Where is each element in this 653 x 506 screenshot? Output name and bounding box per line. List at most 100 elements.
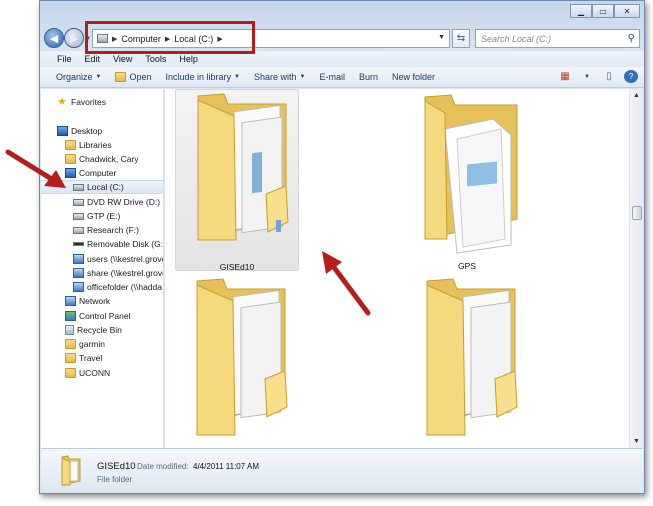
nav-item-network[interactable]: Network <box>65 294 163 308</box>
dvd-drive-icon <box>73 198 84 206</box>
folder-item[interactable] <box>175 275 299 448</box>
details-pane: GISEd10 Date modified: 4/4/2011 11:07 AM… <box>41 448 643 493</box>
nav-label: Travel <box>79 353 103 363</box>
user-folder-icon <box>65 154 76 164</box>
address-highlight-box <box>85 21 255 54</box>
nav-item-favorites[interactable]: ★ Favorites <box>57 95 163 109</box>
drive-icon <box>73 183 84 191</box>
preview-pane-icon[interactable]: ▯ <box>602 70 616 83</box>
scroll-thumb[interactable] <box>632 206 642 220</box>
nav-item-desktop[interactable]: Desktop <box>57 124 163 138</box>
nav-label: users (\\kestrel.grove <box>87 254 164 264</box>
folder-label: GISEd10 <box>219 262 255 272</box>
menu-edit[interactable]: Edit <box>85 54 101 64</box>
nav-item-control-panel[interactable]: Control Panel <box>65 309 163 323</box>
date-modified-value: 4/4/2011 11:07 AM <box>193 462 259 471</box>
search-icon[interactable]: ⚲ <box>628 33 635 44</box>
scroll-up-icon[interactable]: ▲ <box>633 92 640 99</box>
nav-item-computer[interactable]: Computer <box>65 166 163 180</box>
view-controls: ▦ ▼ ▯ ? <box>558 70 638 83</box>
burn-button[interactable]: Burn <box>359 72 378 82</box>
search-placeholder: Search Local (C:) <box>481 33 552 44</box>
folder-icon <box>61 455 81 486</box>
folder-icon <box>426 278 518 436</box>
nav-item-recycle-bin[interactable]: Recycle Bin <box>65 323 163 337</box>
nav-item-libraries[interactable]: Libraries <box>65 138 163 152</box>
caret-down-icon: ▼ <box>95 74 102 80</box>
drive-icon <box>73 226 84 234</box>
vertical-scrollbar[interactable]: ▲ ▼ <box>629 89 643 448</box>
item-type: File folder <box>97 475 133 484</box>
nav-item-dvd-drive[interactable]: DVD RW Drive (D:) <box>73 195 163 209</box>
open-label: Open <box>129 72 152 82</box>
nav-label: officefolder (\\hadda <box>87 282 162 292</box>
new-folder-label: New folder <box>392 72 436 82</box>
forward-button[interactable]: ▶ <box>64 28 84 48</box>
minimize-button[interactable]: ▁ <box>570 4 592 18</box>
network-drive-icon <box>73 254 84 264</box>
nav-item-officefolder[interactable]: officefolder (\\hadda <box>73 280 163 294</box>
address-dropdown-icon[interactable]: ▼ <box>438 34 445 41</box>
menu-help[interactable]: Help <box>179 54 198 64</box>
close-button[interactable]: ✕ <box>614 4 640 18</box>
libraries-icon <box>65 140 76 150</box>
nav-label: Research (F:) <box>87 225 139 235</box>
explorer-window: ▁ ▭ ✕ ◀ ▶ ▼ ▶ Computer ▶ Local (C:) ▶ ▼ … <box>39 0 645 494</box>
nav-item-travel[interactable]: Travel <box>65 351 163 365</box>
help-icon[interactable]: ? <box>624 70 638 83</box>
nav-label: GTP (E:) <box>87 211 121 221</box>
nav-label: DVD RW Drive (D:) <box>87 197 161 207</box>
network-icon <box>65 296 76 306</box>
share-with-button[interactable]: Share with ▼ <box>254 72 305 82</box>
nav-label: Removable Disk (G:) <box>87 239 164 249</box>
folder-label: GPS <box>458 261 476 271</box>
scroll-down-icon[interactable]: ▼ <box>633 438 640 445</box>
include-label: Include in library <box>165 72 232 82</box>
nav-label: Computer <box>79 168 117 178</box>
nav-item-garmin[interactable]: garmin <box>65 337 163 351</box>
organize-label: Organize <box>56 72 93 82</box>
navigation-pane: ★ Favorites Desktop Libraries Chadwick, C… <box>41 89 164 448</box>
caret-down-icon: ▼ <box>234 74 240 80</box>
share-label: Share with <box>254 72 297 82</box>
network-drive-icon <box>73 268 84 278</box>
nav-label: Recycle Bin <box>77 325 122 335</box>
desktop-icon <box>57 126 68 136</box>
nav-item-gtp-e[interactable]: GTP (E:) <box>73 209 163 223</box>
nav-label: garmin <box>79 339 105 349</box>
maximize-button[interactable]: ▭ <box>592 4 614 18</box>
nav-item-local-c[interactable]: Local (C:) <box>41 180 163 194</box>
view-dropdown-icon[interactable]: ▼ <box>580 70 594 83</box>
folder-item[interactable] <box>405 275 529 448</box>
change-view-icon[interactable]: ▦ <box>558 70 572 83</box>
command-bar: Organize ▼ Open Include in library ▼ Share… <box>40 67 644 88</box>
menu-view[interactable]: View <box>113 54 132 64</box>
search-input[interactable]: Search Local (C:) ⚲ <box>475 29 640 48</box>
folder-item-gised10[interactable]: GISEd10 <box>175 89 299 272</box>
nav-item-research-f[interactable]: Research (F:) <box>73 223 163 237</box>
open-button[interactable]: Open <box>115 72 152 82</box>
nav-item-share[interactable]: share (\\kestrel.grove <box>73 266 163 280</box>
nav-label: Favorites <box>71 97 106 107</box>
nav-item-removable-g[interactable]: Removable Disk (G:) <box>73 237 164 251</box>
organize-button[interactable]: Organize ▼ <box>56 72 101 82</box>
include-in-library-button[interactable]: Include in library ▼ <box>166 72 240 82</box>
refresh-button[interactable]: ⇆ <box>452 29 470 48</box>
nav-item-uconn[interactable]: UCONN <box>65 366 163 380</box>
back-button[interactable]: ◀ <box>44 28 64 48</box>
star-icon: ★ <box>57 96 67 108</box>
folder-icon <box>65 368 76 378</box>
nav-label: Libraries <box>79 140 112 150</box>
nav-label: Network <box>79 296 111 306</box>
email-button[interactable]: E-mail <box>319 72 345 82</box>
new-folder-button[interactable]: New folder <box>392 72 435 82</box>
folder-item-gps[interactable]: GPS <box>405 89 529 271</box>
nav-item-users-share[interactable]: users (\\kestrel.grove <box>73 252 164 266</box>
nav-item-user[interactable]: Chadwick, Cary <box>65 152 163 166</box>
email-label: E-mail <box>319 72 345 82</box>
date-modified-label: Date modified: <box>137 462 189 471</box>
menu-file[interactable]: File <box>57 54 72 64</box>
refresh-icon: ⇆ <box>456 33 466 44</box>
menu-tools[interactable]: Tools <box>145 54 166 64</box>
folder-icon <box>424 94 518 254</box>
